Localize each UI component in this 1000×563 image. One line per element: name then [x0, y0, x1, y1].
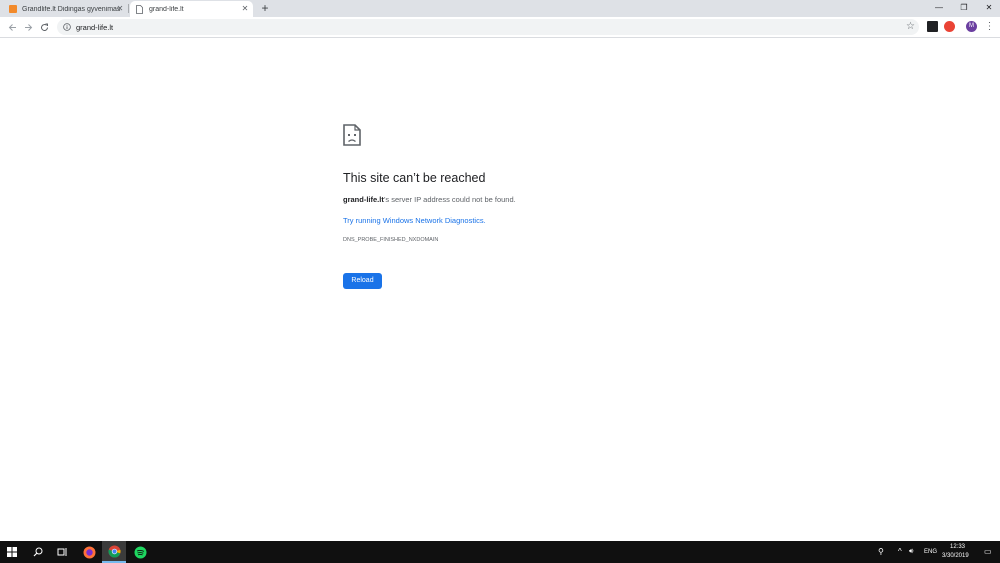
error-host: grand-life.lt [343, 195, 384, 204]
arrow-right-icon [24, 23, 32, 31]
windows-taskbar: ⚲ ^ 🔊︎ ENG 12:33 3/30/2019 ▭ [0, 541, 1000, 563]
language-indicator[interactable]: ENG [924, 549, 937, 555]
notification-icon[interactable]: ▭ [984, 547, 992, 556]
profile-avatar[interactable]: M [966, 21, 977, 32]
forward-button[interactable] [21, 20, 35, 34]
browser-toolbar: grand-life.lt ☆ M ⋮ [0, 17, 1000, 38]
tab-title: Grandlife.lt Didingas gyvenimas [22, 5, 121, 13]
close-window-button[interactable]: ✕ [976, 0, 1000, 16]
tab-grandlife[interactable]: Grandlife.lt Didingas gyvenimas ✕ [0, 1, 128, 17]
refresh-icon [40, 23, 48, 31]
sad-page-icon [343, 124, 361, 151]
firefox-icon[interactable] [77, 541, 101, 563]
restore-button[interactable]: ❐ [951, 0, 977, 16]
menu-dots-icon[interactable]: ⋮ [984, 21, 995, 32]
spotify-icon[interactable] [128, 541, 152, 563]
tab-strip: Grandlife.lt Didingas gyvenimas ✕ grand-… [0, 0, 1000, 17]
reload-icon-button[interactable] [37, 20, 51, 34]
chevron-up-icon[interactable]: ^ [898, 547, 902, 556]
new-tab-button[interactable]: + [258, 2, 272, 15]
minimize-button[interactable]: — [926, 0, 952, 16]
tab-divider [128, 4, 129, 13]
back-button[interactable] [5, 20, 19, 34]
clock-time[interactable]: 12:33 [950, 544, 965, 550]
extension-icon[interactable] [927, 21, 938, 32]
close-tab-icon[interactable]: ✕ [115, 4, 125, 14]
document-icon [136, 4, 143, 14]
reload-button[interactable]: Reload [343, 273, 382, 289]
arrow-left-icon [8, 23, 16, 31]
tab-grand-life[interactable]: grand-life.lt ✕ [130, 1, 253, 17]
error-code: DNS_PROBE_FINISHED_NXDOMAIN [343, 237, 439, 243]
adblock-extension-icon[interactable] [944, 21, 955, 32]
bookmark-star-icon[interactable]: ☆ [906, 20, 915, 34]
tab-title: grand-life.lt [149, 5, 184, 13]
error-message-text: ’s server IP address could not be found. [383, 195, 516, 204]
info-icon[interactable] [63, 23, 71, 31]
error-title: This site can’t be reached [343, 171, 486, 185]
grandlife-favicon-icon [9, 5, 17, 13]
url-text: grand-life.lt [76, 22, 114, 32]
diagnostics-link[interactable]: Try running Windows Network Diagnostics. [343, 216, 486, 225]
people-icon[interactable]: ⚲ [878, 547, 884, 556]
chrome-icon[interactable] [102, 541, 126, 563]
error-message: grand-life.lt’s server IP address could … [343, 195, 516, 204]
close-tab-icon[interactable]: ✕ [240, 4, 250, 14]
address-bar[interactable]: grand-life.lt ☆ [57, 19, 919, 35]
clock-date[interactable]: 3/30/2019 [942, 553, 969, 559]
task-view-icon[interactable] [50, 541, 74, 563]
start-windows-icon[interactable] [0, 541, 24, 563]
search-icon[interactable] [26, 541, 50, 563]
speaker-icon[interactable]: 🔊︎ [909, 548, 913, 556]
